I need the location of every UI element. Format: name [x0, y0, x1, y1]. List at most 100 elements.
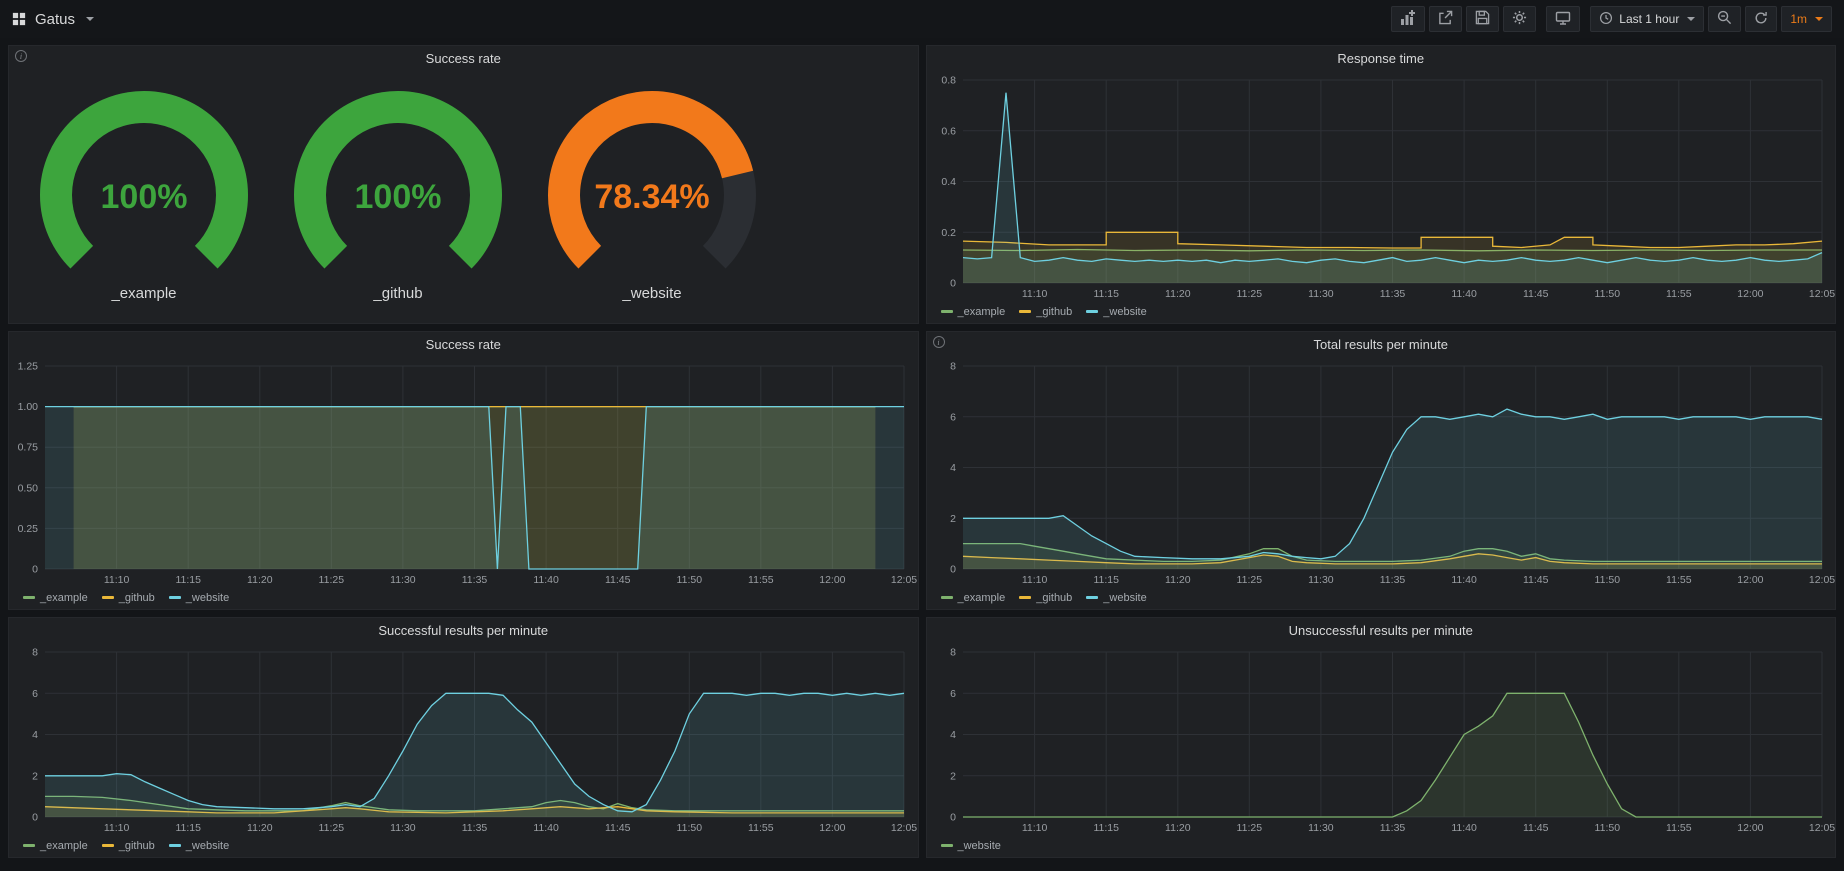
- gauge-label: _github: [373, 285, 422, 302]
- chart-legend: _example _github _website: [927, 589, 1836, 609]
- gauge-label: _website: [622, 285, 681, 302]
- response-time-chart[interactable]: 00.20.40.60.811:1011:1511:2011:2511:3011…: [927, 70, 1836, 303]
- time-range-label: Last 1 hour: [1619, 12, 1679, 26]
- svg-text:0: 0: [950, 812, 956, 824]
- chart-canvas[interactable]: 00.20.40.60.811:1011:1511:2011:2511:3011…: [927, 70, 1836, 303]
- svg-text:11:15: 11:15: [1093, 822, 1119, 834]
- legend-item-github[interactable]: _github: [1019, 306, 1072, 318]
- dashboard-title[interactable]: Gatus: [35, 11, 75, 28]
- panel-title[interactable]: Success rate: [9, 46, 918, 70]
- chart-canvas[interactable]: 00.250.500.751.001.2511:1011:1511:2011:2…: [9, 356, 918, 589]
- svg-text:78.34%: 78.34%: [594, 178, 709, 216]
- svg-text:11:30: 11:30: [1308, 574, 1334, 586]
- success-rate-chart[interactable]: 00.250.500.751.001.2511:1011:1511:2011:2…: [9, 356, 918, 589]
- panel-title[interactable]: Unsuccessful results per minute: [927, 618, 1836, 642]
- svg-text:0: 0: [32, 564, 38, 576]
- panel-success-rate-timeseries: Success rate 00.250.500.751.001.2511:101…: [8, 331, 919, 610]
- legend-item-example[interactable]: _example: [941, 306, 1006, 318]
- svg-text:12:00: 12:00: [819, 574, 845, 586]
- svg-text:12:05: 12:05: [1808, 574, 1834, 586]
- svg-text:11:30: 11:30: [1308, 822, 1334, 834]
- cycle-view-button[interactable]: [1546, 6, 1580, 32]
- svg-text:11:10: 11:10: [1021, 288, 1047, 300]
- save-button[interactable]: [1466, 6, 1499, 32]
- svg-text:0.75: 0.75: [18, 442, 39, 454]
- refresh-interval-dropdown[interactable]: 1m: [1781, 6, 1832, 32]
- navbar-left: Gatus: [12, 11, 94, 28]
- svg-text:11:40: 11:40: [1451, 574, 1477, 586]
- share-button[interactable]: [1429, 6, 1462, 32]
- gauge-example: 100%_example: [17, 91, 271, 302]
- svg-text:11:50: 11:50: [677, 822, 703, 834]
- settings-gear-icon: [1512, 10, 1527, 28]
- legend-item-website[interactable]: _website: [169, 840, 229, 852]
- refresh-button[interactable]: [1745, 6, 1777, 32]
- zoom-out-button[interactable]: [1708, 6, 1741, 32]
- panel-title[interactable]: Response time: [927, 46, 1836, 70]
- unsuccessful-results-chart[interactable]: 0246811:1011:1511:2011:2511:3011:3511:40…: [927, 642, 1836, 837]
- chart-canvas[interactable]: 0246811:1011:1511:2011:2511:3011:3511:40…: [927, 356, 1836, 589]
- svg-text:11:10: 11:10: [104, 822, 130, 834]
- gauge-github: 100%_github: [271, 91, 525, 302]
- settings-button[interactable]: [1503, 6, 1536, 32]
- svg-text:11:35: 11:35: [1379, 822, 1405, 834]
- legend-item-website[interactable]: _website: [1086, 306, 1146, 318]
- svg-text:11:55: 11:55: [1666, 288, 1692, 300]
- legend-item-website[interactable]: _website: [941, 840, 1001, 852]
- svg-text:11:25: 11:25: [1236, 574, 1262, 586]
- svg-text:11:55: 11:55: [748, 822, 774, 834]
- chart-legend: _example _github _website: [927, 303, 1836, 323]
- legend-item-example[interactable]: _example: [23, 840, 88, 852]
- svg-text:11:55: 11:55: [1666, 822, 1692, 834]
- total-results-chart[interactable]: 0246811:1011:1511:2011:2511:3011:3511:40…: [927, 356, 1836, 589]
- add-panel-button[interactable]: [1391, 6, 1425, 32]
- time-range-button[interactable]: Last 1 hour: [1590, 6, 1704, 32]
- svg-text:0: 0: [32, 812, 38, 824]
- svg-text:11:30: 11:30: [1308, 288, 1334, 300]
- svg-text:11:15: 11:15: [175, 822, 201, 834]
- svg-text:11:35: 11:35: [1379, 288, 1405, 300]
- svg-text:11:40: 11:40: [1451, 288, 1477, 300]
- chart-canvas[interactable]: 0246811:1011:1511:2011:2511:3011:3511:40…: [927, 642, 1836, 837]
- panel-title[interactable]: Total results per minute: [927, 332, 1836, 356]
- svg-text:11:25: 11:25: [1236, 822, 1262, 834]
- svg-text:4: 4: [950, 462, 956, 474]
- svg-text:11:55: 11:55: [748, 574, 774, 586]
- svg-text:11:50: 11:50: [1594, 822, 1620, 834]
- chart-canvas[interactable]: 0246811:1011:1511:2011:2511:3011:3511:40…: [9, 642, 918, 837]
- time-range-caret-icon: [1687, 17, 1695, 21]
- svg-text:12:00: 12:00: [1737, 822, 1763, 834]
- svg-text:11:45: 11:45: [1522, 288, 1548, 300]
- panel-unsuccessful-results: Unsuccessful results per minute 0246811:…: [926, 617, 1837, 858]
- legend-item-github[interactable]: _github: [102, 592, 155, 604]
- svg-text:11:15: 11:15: [1093, 574, 1119, 586]
- legend-item-example[interactable]: _example: [941, 592, 1006, 604]
- dashboard-caret-icon[interactable]: [86, 17, 94, 21]
- svg-text:6: 6: [950, 688, 956, 700]
- legend-item-github[interactable]: _github: [102, 840, 155, 852]
- svg-text:11:50: 11:50: [1594, 288, 1620, 300]
- legend-item-website[interactable]: _website: [1086, 592, 1146, 604]
- successful-results-chart[interactable]: 0246811:1011:1511:2011:2511:3011:3511:40…: [9, 642, 918, 837]
- svg-text:11:45: 11:45: [1522, 822, 1548, 834]
- svg-text:11:15: 11:15: [175, 574, 201, 586]
- svg-text:11:20: 11:20: [247, 574, 273, 586]
- panel-info-icon[interactable]: i: [933, 336, 945, 348]
- svg-text:11:40: 11:40: [533, 574, 559, 586]
- svg-text:2: 2: [950, 770, 956, 782]
- panel-info-icon[interactable]: i: [15, 50, 27, 62]
- legend-item-example[interactable]: _example: [23, 592, 88, 604]
- svg-text:12:05: 12:05: [891, 822, 917, 834]
- share-icon: [1438, 10, 1453, 28]
- svg-text:11:45: 11:45: [605, 574, 631, 586]
- svg-text:11:30: 11:30: [390, 574, 416, 586]
- dashboards-grid-icon[interactable]: [12, 12, 26, 26]
- svg-text:0.2: 0.2: [941, 227, 956, 239]
- svg-text:0: 0: [950, 564, 956, 576]
- svg-text:11:25: 11:25: [319, 574, 345, 586]
- legend-item-github[interactable]: _github: [1019, 592, 1072, 604]
- panel-title[interactable]: Success rate: [9, 332, 918, 356]
- legend-item-website[interactable]: _website: [169, 592, 229, 604]
- panel-title[interactable]: Successful results per minute: [9, 618, 918, 642]
- svg-text:12:00: 12:00: [819, 822, 845, 834]
